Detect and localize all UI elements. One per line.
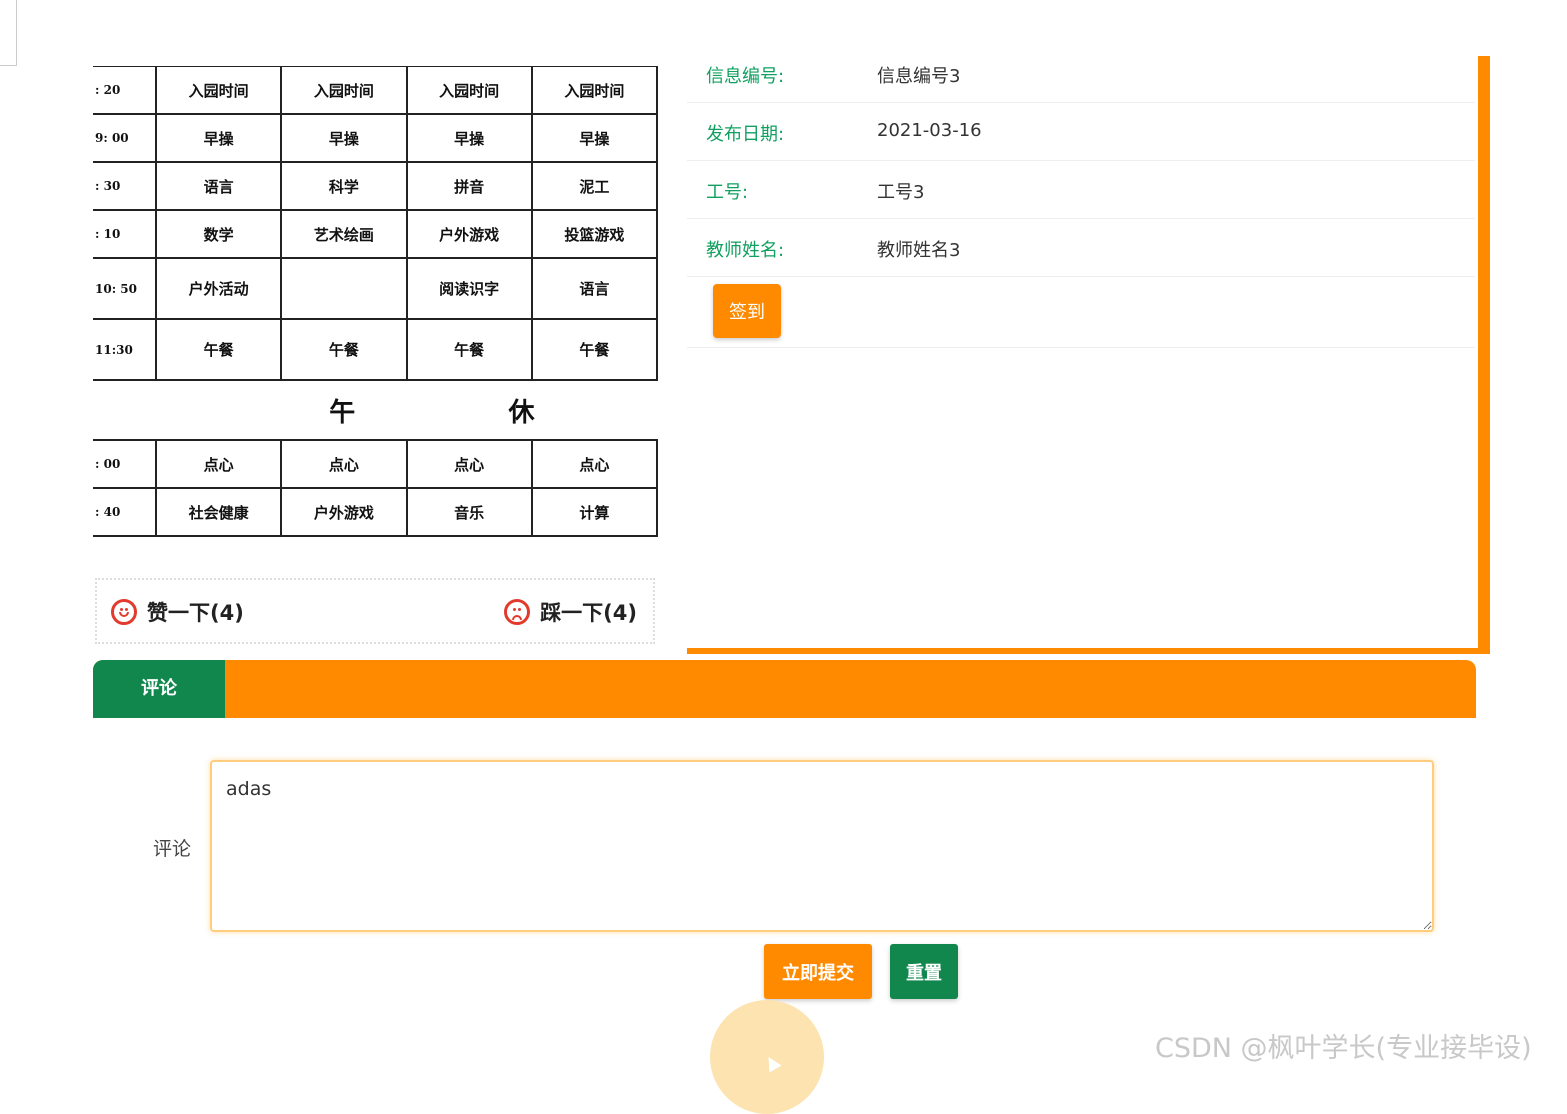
schedule-time: : 10 <box>93 209 157 259</box>
info-row-id: 信息编号: 信息编号3 <box>687 44 1475 103</box>
schedule-cell: 阅读识字 <box>405 257 533 320</box>
schedule-cell: 点心 <box>405 439 533 489</box>
schedule-cell <box>156 379 282 441</box>
schedule-row: : 20 入园时间 入园时间 入园时间 入园时间 <box>93 66 659 115</box>
comment-section-bar: 评论 <box>93 660 1476 718</box>
schedule-cell: 计算 <box>530 487 659 537</box>
like-button[interactable]: 赞一下(4) <box>111 597 244 627</box>
schedule-cell: 泥工 <box>530 161 659 211</box>
schedule-cell: 户外游戏 <box>280 487 408 537</box>
schedule-cell: 入园时间 <box>280 66 408 115</box>
schedule-time: 11:30 <box>93 318 157 381</box>
schedule-cell: 入园时间 <box>530 66 659 115</box>
info-row-teacher-name: 教师姓名: 教师姓名3 <box>687 218 1475 277</box>
info-panel: 信息编号: 信息编号3 发布日期: 2021-03-16 工号: 工号3 教师姓… <box>687 56 1490 654</box>
noon-label-right: 休 <box>406 379 535 441</box>
info-value: 教师姓名3 <box>877 240 961 261</box>
schedule-cell: 户外游戏 <box>405 209 533 259</box>
schedule-cell: 拼音 <box>405 161 533 211</box>
schedule-cell: 数学 <box>154 209 283 259</box>
schedule-row: : 00 点心 点心 点心 点心 <box>93 439 659 489</box>
dislike-label: 踩一下(4) <box>540 601 637 625</box>
smile-icon <box>111 599 137 625</box>
schedule-image: : 20 入园时间 入园时间 入园时间 入园时间 9: 00 早操 早操 早操 … <box>93 66 659 537</box>
info-value: 工号3 <box>877 182 925 203</box>
schedule-cell: 科学 <box>280 161 408 211</box>
watermark: CSDN @枫叶学长(专业接毕设) <box>1155 1033 1532 1064</box>
schedule-time <box>93 379 156 441</box>
schedule-row: : 40 社会健康 户外游戏 音乐 计算 <box>93 487 659 537</box>
info-value: 信息编号3 <box>877 66 961 87</box>
schedule-cell: 早操 <box>280 113 408 163</box>
schedule-cell: 语言 <box>154 161 283 211</box>
schedule-cell: 入园时间 <box>405 66 533 115</box>
info-row-date: 发布日期: 2021-03-16 <box>687 102 1475 161</box>
info-row-employee-no: 工号: 工号3 <box>687 160 1475 219</box>
schedule-cell: 午餐 <box>530 318 659 381</box>
info-label: 工号: <box>706 182 749 203</box>
schedule-cell: 早操 <box>154 113 283 163</box>
schedule-cell: 点心 <box>280 439 408 489</box>
schedule-cell: 早操 <box>530 113 659 163</box>
schedule-cell: 早操 <box>405 113 533 163</box>
comment-field-label: 评论 <box>153 838 192 860</box>
schedule-cell: 午餐 <box>154 318 283 381</box>
schedule-cell: 午餐 <box>280 318 408 381</box>
submit-button[interactable]: 立即提交 <box>764 944 872 999</box>
divider <box>687 347 1475 348</box>
info-label: 教师姓名: <box>706 240 785 261</box>
tab-comment[interactable]: 评论 <box>93 660 225 718</box>
schedule-row: : 10 数学 艺术绘画 户外游戏 投篮游戏 <box>93 209 659 259</box>
schedule-noon-row: 午 休 <box>93 379 657 441</box>
schedule-cell: 点心 <box>154 439 283 489</box>
info-label: 信息编号: <box>706 66 785 87</box>
schedule-time: : 20 <box>93 66 157 115</box>
schedule-time: : 40 <box>93 487 157 537</box>
schedule-cell: 语言 <box>530 257 659 320</box>
schedule-table: : 20 入园时间 入园时间 入园时间 入园时间 9: 00 早操 早操 早操 … <box>93 66 659 537</box>
schedule-time: : 00 <box>93 439 157 489</box>
schedule-cell <box>531 379 657 441</box>
schedule-cell: 艺术绘画 <box>280 209 408 259</box>
schedule-cell <box>280 257 408 320</box>
schedule-cell: 户外活动 <box>154 257 283 320</box>
info-label: 发布日期: <box>706 124 785 145</box>
schedule-row: 11:30 午餐 午餐 午餐 午餐 <box>93 318 659 381</box>
schedule-row: 10: 50 户外活动 阅读识字 语言 <box>93 257 659 320</box>
window-corner-frame <box>0 0 17 66</box>
dislike-button[interactable]: 踩一下(4) <box>504 597 637 627</box>
schedule-cell: 点心 <box>530 439 659 489</box>
schedule-cell: 入园时间 <box>154 66 283 115</box>
schedule-row: 9: 00 早操 早操 早操 早操 <box>93 113 659 163</box>
reset-button[interactable]: 重置 <box>890 944 958 999</box>
like-label: 赞一下(4) <box>147 601 244 625</box>
signin-button[interactable]: 签到 <box>713 284 781 338</box>
schedule-time: 9: 00 <box>93 113 157 163</box>
schedule-time: : 30 <box>93 161 157 211</box>
schedule-cell: 音乐 <box>405 487 533 537</box>
schedule-row: : 30 语言 科学 拼音 泥工 <box>93 161 659 211</box>
schedule-cell: 午餐 <box>405 318 533 381</box>
vote-box: 赞一下(4) 踩一下(4) <box>95 578 655 644</box>
schedule-cell: 投篮游戏 <box>530 209 659 259</box>
schedule-cell: 社会健康 <box>154 487 283 537</box>
frown-icon <box>504 599 531 625</box>
info-value: 2021-03-16 <box>877 120 982 141</box>
comment-textarea[interactable]: adas <box>210 760 1434 932</box>
noon-label-left: 午 <box>281 379 407 441</box>
schedule-time: 10: 50 <box>93 257 157 320</box>
